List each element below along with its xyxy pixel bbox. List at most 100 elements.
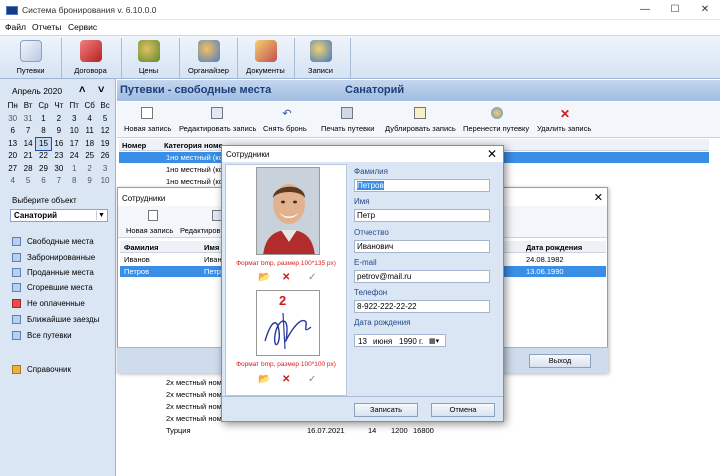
- calendar-next-button[interactable]: ˅: [98, 84, 104, 96]
- minimize-button[interactable]: —: [630, 3, 660, 17]
- calendar-day[interactable]: 28: [20, 163, 35, 176]
- calendar-day[interactable]: 1: [67, 163, 82, 176]
- nav-reference[interactable]: Справочник: [12, 364, 112, 376]
- nav-sold[interactable]: Проданные места: [12, 267, 112, 279]
- calendar-day[interactable]: 8: [67, 175, 82, 188]
- object-select[interactable]: Санаторий ▼: [10, 209, 108, 222]
- edit-record-button[interactable]: Редактировать запись: [177, 104, 257, 136]
- email-field[interactable]: petrov@mail.ru: [354, 270, 490, 283]
- calendar-day[interactable]: 30: [5, 113, 20, 126]
- duplicate-record-button[interactable]: Дублировать запись: [383, 104, 461, 136]
- calendar-day[interactable]: 7: [20, 125, 35, 138]
- menu-file[interactable]: Файл: [5, 22, 26, 32]
- calendar-day[interactable]: 10: [97, 175, 112, 188]
- nav-booked[interactable]: Забронированные: [12, 252, 112, 264]
- middle-name-field[interactable]: Иванович: [354, 240, 490, 253]
- calendar-day[interactable]: 9: [51, 125, 66, 138]
- employee-photo[interactable]: [256, 167, 320, 255]
- table-row[interactable]: Турция 16.07.2021 14 1200 16800: [119, 425, 709, 436]
- calendar-day[interactable]: 10: [67, 125, 82, 138]
- calendar-day[interactable]: 7: [51, 175, 66, 188]
- nav-unpaid[interactable]: Не оплаченные: [12, 298, 112, 310]
- calendar-day[interactable]: 23: [51, 150, 66, 163]
- calendar-day[interactable]: 4: [5, 175, 20, 188]
- close-button[interactable]: ✕: [690, 3, 720, 17]
- calendar-day[interactable]: 17: [67, 138, 82, 151]
- calendar-day[interactable]: 12: [97, 125, 112, 138]
- calendar-week: 6 7 8 9 10 11 12: [5, 125, 113, 138]
- exit-button[interactable]: Выход: [529, 354, 591, 368]
- open-folder-icon[interactable]: 📂: [258, 375, 270, 385]
- cancel-button[interactable]: Отмена: [431, 403, 495, 417]
- calendar-day[interactable]: 6: [36, 175, 51, 188]
- person-photo-icon: [257, 168, 319, 254]
- calendar-day[interactable]: 3: [97, 163, 112, 176]
- calendar-day[interactable]: 16: [51, 138, 66, 151]
- calendar-day[interactable]: 31: [20, 113, 35, 126]
- close-icon[interactable]: ✕: [487, 147, 497, 161]
- first-name-field[interactable]: Петр: [354, 209, 490, 222]
- calendar-day[interactable]: 5: [20, 175, 35, 188]
- toolbar-documents-button[interactable]: Документы: [238, 37, 293, 79]
- menu-reports[interactable]: Отчеты: [32, 22, 61, 32]
- toolbar-records-button[interactable]: Записи: [293, 37, 348, 79]
- toolbar-contracts-button[interactable]: Договора: [63, 37, 118, 79]
- move-voucher-button[interactable]: Перенести путевку: [463, 104, 533, 136]
- calendar-day[interactable]: 18: [82, 138, 97, 151]
- page-title: Путевки - свободные места: [120, 84, 272, 96]
- calendar-day[interactable]: 2: [51, 113, 66, 126]
- employee-signature[interactable]: 2: [256, 290, 320, 356]
- nav-all-vouchers[interactable]: Все путевки: [12, 330, 112, 342]
- calendar-dropdown-icon[interactable]: ▦▾: [429, 336, 439, 347]
- nav-expired[interactable]: Сгоревшие места: [12, 282, 112, 294]
- print-voucher-button[interactable]: Печать путевки: [319, 104, 375, 136]
- menu-service[interactable]: Сервис: [68, 22, 97, 32]
- calendar-day[interactable]: 21: [20, 150, 35, 163]
- delete-icon[interactable]: ✕: [282, 375, 290, 385]
- edit-record-button[interactable]: Редактиров: [178, 208, 226, 236]
- close-icon[interactable]: ✕: [594, 191, 603, 204]
- calendar-prev-button[interactable]: ˄: [79, 84, 85, 96]
- last-name-field[interactable]: Петров: [354, 179, 490, 192]
- phone-field[interactable]: 8-922-222-22-22: [354, 300, 490, 313]
- calendar-day[interactable]: 30: [51, 163, 66, 176]
- calendar-day[interactable]: 11: [82, 125, 97, 138]
- nav-free-places[interactable]: Свободные места: [12, 236, 112, 248]
- nav-upcoming[interactable]: Ближайшие заезды: [12, 314, 112, 326]
- calendar-day[interactable]: 14: [20, 138, 35, 151]
- calendar-day[interactable]: 19: [97, 138, 112, 151]
- calendar-day[interactable]: 8: [36, 125, 51, 138]
- calendar-day[interactable]: 24: [67, 150, 82, 163]
- calendar-day[interactable]: 9: [82, 175, 97, 188]
- calendar-day[interactable]: 6: [5, 125, 20, 138]
- calendar-day[interactable]: 20: [5, 150, 20, 163]
- calendar-day[interactable]: 5: [97, 113, 112, 126]
- toolbar-organizer-button[interactable]: Органайзер: [181, 37, 236, 79]
- calendar-day[interactable]: 2: [82, 163, 97, 176]
- calendar-week: 20 21 22 23 24 25 26: [5, 150, 113, 163]
- save-button[interactable]: Записать: [354, 403, 418, 417]
- maximize-button[interactable]: ☐: [660, 3, 690, 17]
- dialog-title: Сотрудники: [226, 150, 270, 159]
- calendar-day[interactable]: 13: [5, 138, 20, 151]
- birth-date-picker[interactable]: 13 июня 1990 г. ▦▾: [354, 334, 446, 347]
- calendar-day[interactable]: 26: [97, 150, 112, 163]
- calendar-day[interactable]: 22: [36, 150, 51, 163]
- toolbar-prices-button[interactable]: Цены: [121, 37, 176, 79]
- cancel-booking-button[interactable]: ↶ Снять бронь: [263, 104, 313, 136]
- check-icon[interactable]: ✓: [308, 375, 316, 385]
- delete-icon[interactable]: ✕: [282, 273, 290, 283]
- toolbar-vouchers-button[interactable]: Путевки: [3, 37, 58, 79]
- calendar-day[interactable]: 25: [82, 150, 97, 163]
- calendar-day[interactable]: 29: [36, 163, 51, 176]
- open-folder-icon[interactable]: 📂: [258, 273, 270, 283]
- calendar-day-today[interactable]: 15: [34, 136, 53, 151]
- new-record-button[interactable]: Новая запись: [122, 208, 174, 236]
- calendar-day[interactable]: 3: [67, 113, 82, 126]
- new-record-button[interactable]: Новая запись: [122, 104, 172, 136]
- calendar-day[interactable]: 4: [82, 113, 97, 126]
- delete-record-button[interactable]: ✕ Удалить запись: [535, 104, 595, 136]
- check-icon[interactable]: ✓: [308, 273, 316, 283]
- calendar-day[interactable]: 1: [36, 113, 51, 126]
- calendar-day[interactable]: 27: [5, 163, 20, 176]
